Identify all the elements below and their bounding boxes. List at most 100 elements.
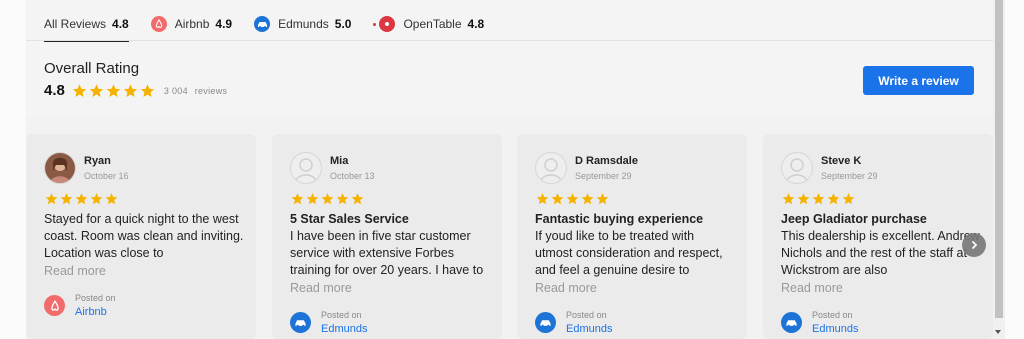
star-icon bbox=[105, 193, 118, 205]
star-icon bbox=[321, 193, 334, 205]
tab-score: 4.8 bbox=[467, 17, 485, 31]
reviewer-name: D Ramsdale bbox=[575, 155, 638, 167]
review-stars bbox=[290, 192, 365, 206]
overall-rating-row: 4.8 3 004 reviews bbox=[44, 82, 227, 99]
review-card[interactable]: Ryan October 16 Stayed for a quick night… bbox=[26, 134, 256, 339]
review-date: October 16 bbox=[84, 171, 129, 181]
reviewer-name: Mia bbox=[330, 155, 349, 167]
review-card[interactable]: Steve K September 29 Jeep Gladiator purc… bbox=[763, 134, 993, 339]
star-icon bbox=[812, 193, 825, 205]
tab-label: OpenTable bbox=[403, 17, 462, 31]
carousel-next-button[interactable] bbox=[962, 233, 986, 257]
review-stars bbox=[44, 192, 119, 206]
review-count-number: 3 004 bbox=[163, 85, 188, 96]
tab-edmunds[interactable]: Edmunds 5.0 bbox=[254, 8, 351, 40]
star-icon bbox=[140, 83, 155, 97]
star-icon bbox=[72, 83, 87, 97]
reviewer-name: Ryan bbox=[84, 155, 111, 167]
tab-label: Airbnb bbox=[174, 17, 210, 31]
star-icon bbox=[75, 193, 88, 205]
avatar bbox=[44, 152, 76, 184]
tab-score: 5.0 bbox=[334, 17, 352, 31]
star-icon bbox=[566, 193, 579, 205]
edmunds-icon bbox=[535, 312, 556, 333]
star-icon bbox=[306, 193, 319, 205]
chevron-right-icon bbox=[971, 240, 978, 250]
reviewer-name: Steve K bbox=[821, 155, 862, 167]
source-link[interactable]: Edmunds bbox=[812, 323, 858, 335]
star-icon bbox=[336, 193, 349, 205]
airbnb-icon bbox=[150, 16, 167, 32]
review-body: 5 Star Sales Service I have been in five… bbox=[290, 211, 490, 297]
review-text: This dealership is excellent. Andrew Nic… bbox=[781, 229, 980, 277]
review-title: Fantastic buying experience bbox=[535, 212, 704, 226]
overall-score: 4.8 bbox=[44, 82, 65, 99]
source-tabs: All Reviews 4.8 Airbnb 4.9 Edmunds 5.0 O… bbox=[44, 8, 506, 42]
overall-rating-title: Overall Rating bbox=[44, 60, 140, 77]
avatar bbox=[535, 152, 567, 184]
review-body: Stayed for a quick night to the west coa… bbox=[44, 211, 244, 280]
star-icon bbox=[536, 193, 549, 205]
star-icon bbox=[123, 83, 138, 97]
review-count: 3 004 reviews bbox=[164, 86, 227, 96]
star-icon bbox=[551, 193, 564, 205]
source-link[interactable]: Edmunds bbox=[566, 323, 612, 335]
opentable-icon bbox=[379, 16, 396, 32]
review-body: Fantastic buying experience If youd like… bbox=[535, 211, 735, 297]
edmunds-icon bbox=[254, 16, 271, 32]
star-icon bbox=[782, 193, 795, 205]
posted-on: Posted on Airbnb bbox=[44, 293, 116, 318]
review-date: September 29 bbox=[821, 171, 878, 181]
posted-on: Posted on Edmunds bbox=[781, 310, 858, 335]
tab-score: 4.9 bbox=[215, 17, 233, 31]
review-stars bbox=[535, 192, 610, 206]
tab-label: All Reviews bbox=[44, 17, 107, 31]
star-icon bbox=[351, 193, 364, 205]
avatar bbox=[290, 152, 322, 184]
read-more-link[interactable]: Read more bbox=[781, 280, 981, 297]
posted-on-label: Posted on bbox=[566, 310, 607, 320]
tab-all-reviews[interactable]: All Reviews 4.8 bbox=[44, 8, 129, 42]
review-text: If youd like to be treated with utmost c… bbox=[535, 229, 723, 277]
write-review-button[interactable]: Write a review bbox=[863, 66, 974, 95]
star-icon bbox=[45, 193, 58, 205]
star-icon bbox=[842, 193, 855, 205]
review-stars bbox=[781, 192, 856, 206]
star-icon bbox=[827, 193, 840, 205]
source-link[interactable]: Edmunds bbox=[321, 323, 367, 335]
source-link[interactable]: Airbnb bbox=[75, 306, 116, 318]
review-title: 5 Star Sales Service bbox=[290, 212, 409, 226]
tab-label: Edmunds bbox=[278, 17, 329, 31]
star-icon bbox=[797, 193, 810, 205]
read-more-link[interactable]: Read more bbox=[290, 280, 490, 297]
tab-opentable[interactable]: OpenTable 4.8 bbox=[373, 8, 484, 40]
review-date: October 13 bbox=[330, 171, 375, 181]
edmunds-icon bbox=[781, 312, 802, 333]
posted-on: Posted on Edmunds bbox=[535, 310, 612, 335]
airbnb-icon bbox=[44, 295, 65, 316]
posted-on-label: Posted on bbox=[321, 310, 362, 320]
review-title: Jeep Gladiator purchase bbox=[781, 212, 927, 226]
review-card[interactable]: Mia October 13 5 Star Sales Service I ha… bbox=[272, 134, 502, 339]
scroll-down-arrow-icon[interactable] bbox=[995, 330, 1001, 334]
review-text: I have been in five star customer servic… bbox=[290, 229, 484, 277]
tab-airbnb[interactable]: Airbnb 4.9 bbox=[150, 8, 233, 40]
overall-stars bbox=[71, 83, 156, 99]
posted-on: Posted on Edmunds bbox=[290, 310, 367, 335]
review-body: Jeep Gladiator purchase This dealership … bbox=[781, 211, 981, 297]
star-icon bbox=[581, 193, 594, 205]
posted-on-label: Posted on bbox=[812, 310, 853, 320]
star-icon bbox=[291, 193, 304, 205]
edmunds-icon bbox=[290, 312, 311, 333]
read-more-link[interactable]: Read more bbox=[535, 280, 735, 297]
star-icon bbox=[60, 193, 73, 205]
tab-score: 4.8 bbox=[112, 17, 129, 31]
review-text: Stayed for a quick night to the west coa… bbox=[44, 212, 244, 260]
avatar bbox=[781, 152, 813, 184]
review-count-label: reviews bbox=[194, 85, 228, 96]
tabs-divider bbox=[26, 40, 993, 41]
scrollbar-thumb[interactable] bbox=[995, 0, 1003, 318]
read-more-link[interactable]: Read more bbox=[44, 263, 244, 280]
review-card[interactable]: D Ramsdale September 29 Fantastic buying… bbox=[517, 134, 747, 339]
posted-on-label: Posted on bbox=[75, 293, 116, 303]
